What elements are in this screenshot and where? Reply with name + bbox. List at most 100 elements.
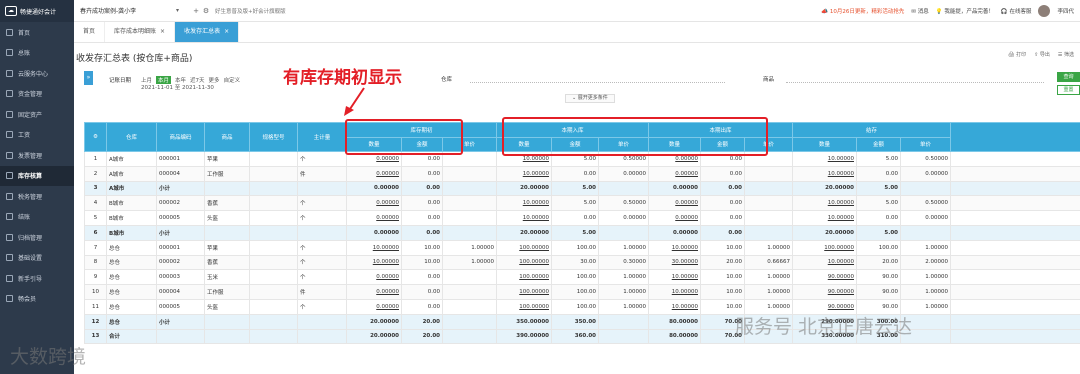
table-cell-blank xyxy=(950,224,1080,241)
table-row[interactable]: 13 合计 20.00000 20.00 390.00000 360.00 80.00000… xyxy=(84,328,1080,345)
table-cell[interactable]: 10.00000 xyxy=(648,284,701,300)
table-cell[interactable]: 0.00000 xyxy=(346,165,402,182)
table-cell: 0.00000 xyxy=(648,180,701,197)
print-button[interactable]: 🖨 打印 xyxy=(1008,51,1026,58)
table-row[interactable]: 9 总仓 000003 玉米个 0.00000 0.00 100.00000 100.00 1.… xyxy=(84,269,1080,286)
table-cell: 小计 xyxy=(156,224,205,241)
table-cell: 5.00 xyxy=(856,151,901,167)
table-cell: 20.00 xyxy=(700,254,745,271)
sidebar-item[interactable]: 首页 xyxy=(0,22,74,43)
table-row[interactable]: 11 总仓 000005 头盔个 0.00000 0.00 100.00000 100.00 1… xyxy=(84,298,1080,315)
table-cell[interactable]: 10.00000 xyxy=(792,210,857,226)
close-icon[interactable]: × xyxy=(224,28,229,35)
sidebar-item[interactable]: 发票管理 xyxy=(0,145,74,166)
goods-select[interactable] xyxy=(786,82,1044,83)
table-cell[interactable]: 0.00000 xyxy=(346,195,402,212)
table-cell[interactable]: 10.00000 xyxy=(792,151,857,167)
table-cell xyxy=(442,224,497,241)
table-cell[interactable]: 100.00000 xyxy=(496,254,552,271)
tab-home[interactable]: 首页 xyxy=(74,22,106,42)
update-notice[interactable]: 📣 10月26日更新，精彩活动抢先 xyxy=(821,7,904,15)
table-cell[interactable]: 10.00000 xyxy=(496,210,552,226)
table-cell[interactable]: 10.00000 xyxy=(792,165,857,182)
table-cell[interactable]: 10.00000 xyxy=(648,269,701,286)
table-cell[interactable]: 0.00000 xyxy=(346,210,402,226)
company-name[interactable]: 春卉成功案例-龚小李 xyxy=(80,6,176,15)
gear-icon[interactable]: ⚙ xyxy=(201,7,211,15)
export-button[interactable]: ⇪ 导出 xyxy=(1034,51,1050,58)
table-row[interactable]: 4 B城市 000002 香蕉个 0.00000 0.00 10.00000 5.00 0.50… xyxy=(84,195,1080,212)
expand-more-conditions[interactable]: ⌄ 展开更多条件 xyxy=(565,94,615,103)
sidebar-item[interactable]: 基础设置 xyxy=(0,248,74,269)
sidebar-item[interactable]: 税务管理 xyxy=(0,186,74,207)
sidebar-item[interactable]: 固定资产 xyxy=(0,104,74,125)
close-icon[interactable]: × xyxy=(160,28,165,35)
table-cell: 香蕉 xyxy=(204,195,250,212)
sidebar-item[interactable]: 畅会员 xyxy=(0,289,74,310)
table-cell[interactable]: 10.00000 xyxy=(346,254,402,271)
table-cell[interactable]: 100.00000 xyxy=(792,239,857,256)
filter-button[interactable]: ☰ 筛选 xyxy=(1058,51,1074,58)
table-row[interactable]: 7 总仓 000001 苹果个 10.00000 10.00 1.00000 100.0000… xyxy=(84,239,1080,256)
date-option[interactable]: 自定义 xyxy=(224,76,241,84)
table-cell: 4 xyxy=(84,195,107,212)
table-row[interactable]: 3 A城市 小计 0.00000 0.00 20.00000 5.00 0.00000 0.00… xyxy=(84,180,1080,197)
user-name[interactable]: 李四代 xyxy=(1057,7,1074,15)
app-logo[interactable]: ☁ 畅捷通好会计 xyxy=(0,0,74,22)
warehouse-select[interactable] xyxy=(470,82,725,83)
select-all-icon[interactable]: ⚙ xyxy=(84,122,107,152)
avatar[interactable] xyxy=(1038,4,1051,17)
table-cell[interactable]: 10.00000 xyxy=(496,195,552,212)
date-range[interactable]: 2021-11-01 至 2021-11-30 xyxy=(141,83,214,91)
table-row[interactable]: 5 B城市 000005 头盔个 0.00000 0.00 10.00000 0.00 0.00… xyxy=(84,210,1080,226)
online-service-button[interactable]: 🎧 在线客服 xyxy=(1001,7,1032,15)
sidebar-item[interactable]: 库存核算 xyxy=(0,165,74,186)
table-cell[interactable]: 0.00000 xyxy=(648,195,701,212)
sidebar-item[interactable]: 总账 xyxy=(0,43,74,64)
add-icon[interactable]: + xyxy=(191,7,201,15)
message-button[interactable]: ✉ 消息 xyxy=(911,7,928,15)
query-button[interactable]: 查询 xyxy=(1057,72,1080,82)
promo-text[interactable]: 好生意普及版+好会计旗舰版 xyxy=(215,7,286,15)
table-cell[interactable]: 100.00000 xyxy=(496,284,552,300)
table-row[interactable]: 6 B城市 小计 0.00000 0.00 20.00000 5.00 0.00000 0.00… xyxy=(84,224,1080,241)
table-cell xyxy=(249,195,298,212)
sidebar-item[interactable]: 归档管理 xyxy=(0,227,74,248)
tab-summary[interactable]: 收发存汇总表 × xyxy=(175,22,240,42)
table-row[interactable]: 12 总仓 小计 20.00000 20.00 350.00000 350.00 80.000… xyxy=(84,313,1080,330)
table-cell[interactable]: 10.00000 xyxy=(792,195,857,212)
table-cell[interactable]: 10.00000 xyxy=(346,239,402,256)
table-cell[interactable]: 0.00000 xyxy=(346,269,402,286)
sidebar-item[interactable]: 资金管理 xyxy=(0,84,74,105)
table-cell xyxy=(249,313,298,330)
chevron-down-icon[interactable]: ▾ xyxy=(176,7,179,14)
table-cell[interactable]: 0.00000 xyxy=(346,284,402,300)
sidebar-item[interactable]: 新手引导 xyxy=(0,268,74,289)
table-cell[interactable]: 100.00000 xyxy=(496,269,552,286)
sidebar-item[interactable]: 云服务中心 xyxy=(0,63,74,84)
table-cell[interactable]: 10.00000 xyxy=(648,298,701,315)
table-cell[interactable]: 90.00000 xyxy=(792,284,857,300)
reset-button[interactable]: 重置 xyxy=(1057,85,1080,95)
table-cell[interactable]: 30.00000 xyxy=(648,254,701,271)
table-row[interactable]: 2 A城市 000004 工作服件 0.00000 0.00 10.00000 0.00 0.0… xyxy=(84,165,1080,182)
table-cell xyxy=(204,328,250,345)
sidebar-item[interactable]: 结账 xyxy=(0,207,74,228)
table-cell[interactable]: 100.00000 xyxy=(496,239,552,256)
table-cell[interactable]: 0.00000 xyxy=(346,298,402,315)
feedback-button[interactable]: 💡 我能提，产品完善！ xyxy=(936,7,994,15)
table-cell[interactable]: 0.00000 xyxy=(648,165,701,182)
table-row[interactable]: 10 总仓 000004 工作服 件 0.00000 0.00 100.00000 100.00… xyxy=(84,284,1080,300)
table-row[interactable]: 8 总仓 000002 香蕉个 10.00000 10.00 1.00000 100.0000… xyxy=(84,254,1080,271)
table-cell[interactable]: 90.00000 xyxy=(792,269,857,286)
tab-inventory-ledger[interactable]: 库存成本明细账 × xyxy=(105,22,176,42)
menu-icon xyxy=(6,233,13,241)
sidebar-item[interactable]: 工资 xyxy=(0,125,74,146)
table-cell[interactable]: 10.00000 xyxy=(792,254,857,271)
filter-collapse-toggle[interactable]: » xyxy=(84,71,93,85)
table-cell: 0.00 xyxy=(401,224,443,241)
table-cell[interactable]: 10.00000 xyxy=(496,165,552,182)
table-cell[interactable]: 0.00000 xyxy=(648,210,701,226)
table-cell[interactable]: 100.00000 xyxy=(496,298,552,315)
table-cell[interactable]: 10.00000 xyxy=(648,239,701,256)
